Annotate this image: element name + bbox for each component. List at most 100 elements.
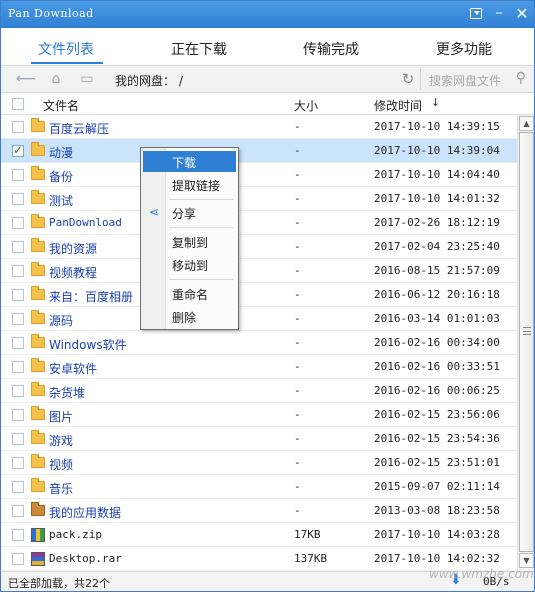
table-row[interactable]: 来自：百度相册 - 2016-06-12 20:16:18 bbox=[1, 283, 517, 307]
row-checkbox[interactable] bbox=[12, 385, 24, 397]
table-row[interactable]: 动漫 - 2017-10-10 14:39:04 bbox=[1, 139, 517, 163]
folder-icon bbox=[31, 166, 45, 180]
row-checkbox[interactable] bbox=[12, 217, 24, 229]
file-name[interactable]: 备份 bbox=[49, 168, 73, 185]
menu-item-copy-to[interactable]: 复制到 bbox=[143, 231, 236, 252]
table-row[interactable]: 我的资源 - 2017-02-04 23:25:40 bbox=[1, 235, 517, 259]
close-button[interactable]: ✕ bbox=[513, 5, 531, 22]
download-manager-button[interactable] bbox=[467, 5, 485, 22]
file-modified-date: 2015-09-07 02:11:14 bbox=[374, 480, 500, 493]
file-name[interactable]: 我的资源 bbox=[49, 240, 97, 257]
row-checkbox[interactable] bbox=[12, 143, 24, 157]
table-row[interactable]: 杂货堆 - 2016-02-16 00:06:25 bbox=[1, 379, 517, 403]
row-checkbox[interactable] bbox=[12, 121, 24, 133]
search-icon[interactable]: ⚲ bbox=[516, 70, 526, 86]
tab-file-list[interactable]: 文件列表 bbox=[38, 39, 94, 59]
table-row[interactable]: pack.zip 17KB 2017-10-10 14:03:28 bbox=[1, 523, 517, 547]
refresh-icon[interactable]: ↻ bbox=[399, 70, 417, 88]
file-name[interactable]: 游戏 bbox=[49, 432, 73, 449]
file-size: - bbox=[294, 312, 301, 325]
folder-icon bbox=[31, 454, 45, 468]
menu-item-share[interactable]: ⋖ 分享 bbox=[143, 202, 236, 223]
table-row[interactable]: PanDownload - 2017-02-26 18:12:19 bbox=[1, 211, 517, 235]
file-name[interactable]: 安卓软件 bbox=[49, 360, 97, 377]
folder-icon bbox=[31, 382, 45, 396]
table-row[interactable]: 源码 - 2016-03-14 01:01:03 bbox=[1, 307, 517, 331]
file-name[interactable]: 杂货堆 bbox=[49, 384, 85, 401]
row-checkbox[interactable] bbox=[12, 169, 24, 181]
scroll-thumb[interactable] bbox=[519, 132, 534, 552]
table-row[interactable]: 图片 - 2016-02-15 23:56:06 bbox=[1, 403, 517, 427]
row-checkbox[interactable] bbox=[12, 337, 24, 349]
file-modified-date: 2016-02-15 23:51:01 bbox=[374, 456, 500, 469]
table-row[interactable]: 我的应用数据 - 2013-03-08 18:23:58 bbox=[1, 499, 517, 523]
file-name[interactable]: 音乐 bbox=[49, 480, 73, 497]
folder-icon bbox=[31, 358, 45, 372]
title-bar[interactable]: Pan Download – ✕ bbox=[1, 1, 534, 28]
table-row[interactable]: 音乐 - 2015-09-07 02:11:14 bbox=[1, 475, 517, 499]
search-input[interactable]: 搜索网盘文件 ⚲ bbox=[420, 68, 532, 90]
table-row[interactable]: 游戏 - 2016-02-15 23:54:36 bbox=[1, 427, 517, 451]
row-checkbox[interactable] bbox=[12, 361, 24, 373]
tab-downloading[interactable]: 正在下载 bbox=[171, 39, 227, 59]
menu-item-extract-link[interactable]: 提取链接 bbox=[143, 174, 236, 195]
home-icon[interactable]: ⌂ bbox=[47, 71, 65, 87]
scroll-down-button[interactable]: ▼ bbox=[519, 553, 534, 568]
menu-item-move-to[interactable]: 移动到 bbox=[143, 254, 236, 275]
table-row[interactable]: 视频教程 - 2016-08-15 21:57:09 bbox=[1, 259, 517, 283]
file-name[interactable]: 图片 bbox=[49, 408, 73, 425]
file-name[interactable]: Desktop.rar bbox=[49, 552, 122, 565]
scroll-up-button[interactable]: ▲ bbox=[519, 116, 534, 131]
file-list: 百度云解压 - 2017-10-10 14:39:15 动漫 - 2017-10-10 1… bbox=[1, 115, 517, 571]
file-name[interactable]: PanDownload bbox=[49, 216, 122, 229]
row-checkbox[interactable] bbox=[12, 409, 24, 421]
file-name[interactable]: 来自：百度相册 bbox=[49, 288, 133, 305]
file-name[interactable]: 动漫 bbox=[49, 144, 73, 161]
rar-file-icon bbox=[31, 552, 45, 566]
current-path: 我的网盘： / bbox=[115, 74, 183, 88]
column-header-modified[interactable]: 修改时间 bbox=[374, 97, 422, 114]
row-checkbox[interactable] bbox=[12, 481, 24, 493]
file-name[interactable]: 百度云解压 bbox=[49, 120, 109, 137]
row-checkbox[interactable] bbox=[12, 193, 24, 205]
minimize-button[interactable]: – bbox=[490, 5, 508, 22]
table-row[interactable]: 视频 - 2016-02-15 23:51:01 bbox=[1, 451, 517, 475]
menu-item-download[interactable]: 下载 bbox=[143, 151, 236, 172]
folder-up-icon[interactable]: ▭ bbox=[78, 71, 96, 87]
row-checkbox[interactable] bbox=[12, 457, 24, 469]
row-checkbox[interactable] bbox=[12, 313, 24, 325]
menu-item-label: 复制到 bbox=[172, 236, 209, 250]
tab-more-features[interactable]: 更多功能 bbox=[436, 39, 492, 59]
download-box-icon bbox=[470, 8, 482, 19]
column-header-size[interactable]: 大小 bbox=[294, 97, 318, 114]
vertical-scrollbar[interactable]: ▲ ▼ bbox=[517, 115, 534, 571]
tab-completed[interactable]: 传输完成 bbox=[303, 39, 359, 59]
file-name[interactable]: 源码 bbox=[49, 312, 73, 329]
table-row[interactable]: 备份 - 2017-10-10 14:04:40 bbox=[1, 163, 517, 187]
row-checkbox[interactable] bbox=[12, 505, 24, 517]
table-row[interactable]: Windows软件 - 2016-02-16 00:34:00 bbox=[1, 331, 517, 355]
row-checkbox[interactable] bbox=[12, 553, 24, 565]
file-name[interactable]: 我的应用数据 bbox=[49, 504, 121, 521]
file-name[interactable]: pack.zip bbox=[49, 528, 102, 541]
file-name[interactable]: 视频 bbox=[49, 456, 73, 473]
file-name[interactable]: 测试 bbox=[49, 192, 73, 209]
table-row[interactable]: 测试 - 2017-10-10 14:01:32 bbox=[1, 187, 517, 211]
row-checkbox[interactable] bbox=[12, 529, 24, 541]
row-checkbox[interactable] bbox=[12, 433, 24, 445]
file-name[interactable]: 视频教程 bbox=[49, 264, 97, 281]
list-header: 文件名 大小 修改时间 ↓ bbox=[1, 93, 534, 115]
file-modified-date: 2016-03-14 01:01:03 bbox=[374, 312, 500, 325]
select-all-checkbox[interactable] bbox=[12, 98, 24, 110]
table-row[interactable]: 百度云解压 - 2017-10-10 14:39:15 bbox=[1, 115, 517, 139]
menu-item-rename[interactable]: 重命名 bbox=[143, 283, 236, 304]
column-header-name[interactable]: 文件名 bbox=[43, 97, 79, 114]
table-row[interactable]: 安卓软件 - 2016-02-16 00:33:51 bbox=[1, 355, 517, 379]
file-name[interactable]: Windows软件 bbox=[49, 336, 127, 353]
row-checkbox[interactable] bbox=[12, 265, 24, 277]
row-checkbox[interactable] bbox=[12, 241, 24, 253]
menu-item-delete[interactable]: 删除 bbox=[143, 306, 236, 327]
app-window: Pan Download – ✕ 文件列表 正在下载 传输完成 更多功能 ⟵ ⌂… bbox=[0, 0, 535, 592]
back-arrow-icon[interactable]: ⟵ bbox=[16, 71, 36, 87]
row-checkbox[interactable] bbox=[12, 289, 24, 301]
